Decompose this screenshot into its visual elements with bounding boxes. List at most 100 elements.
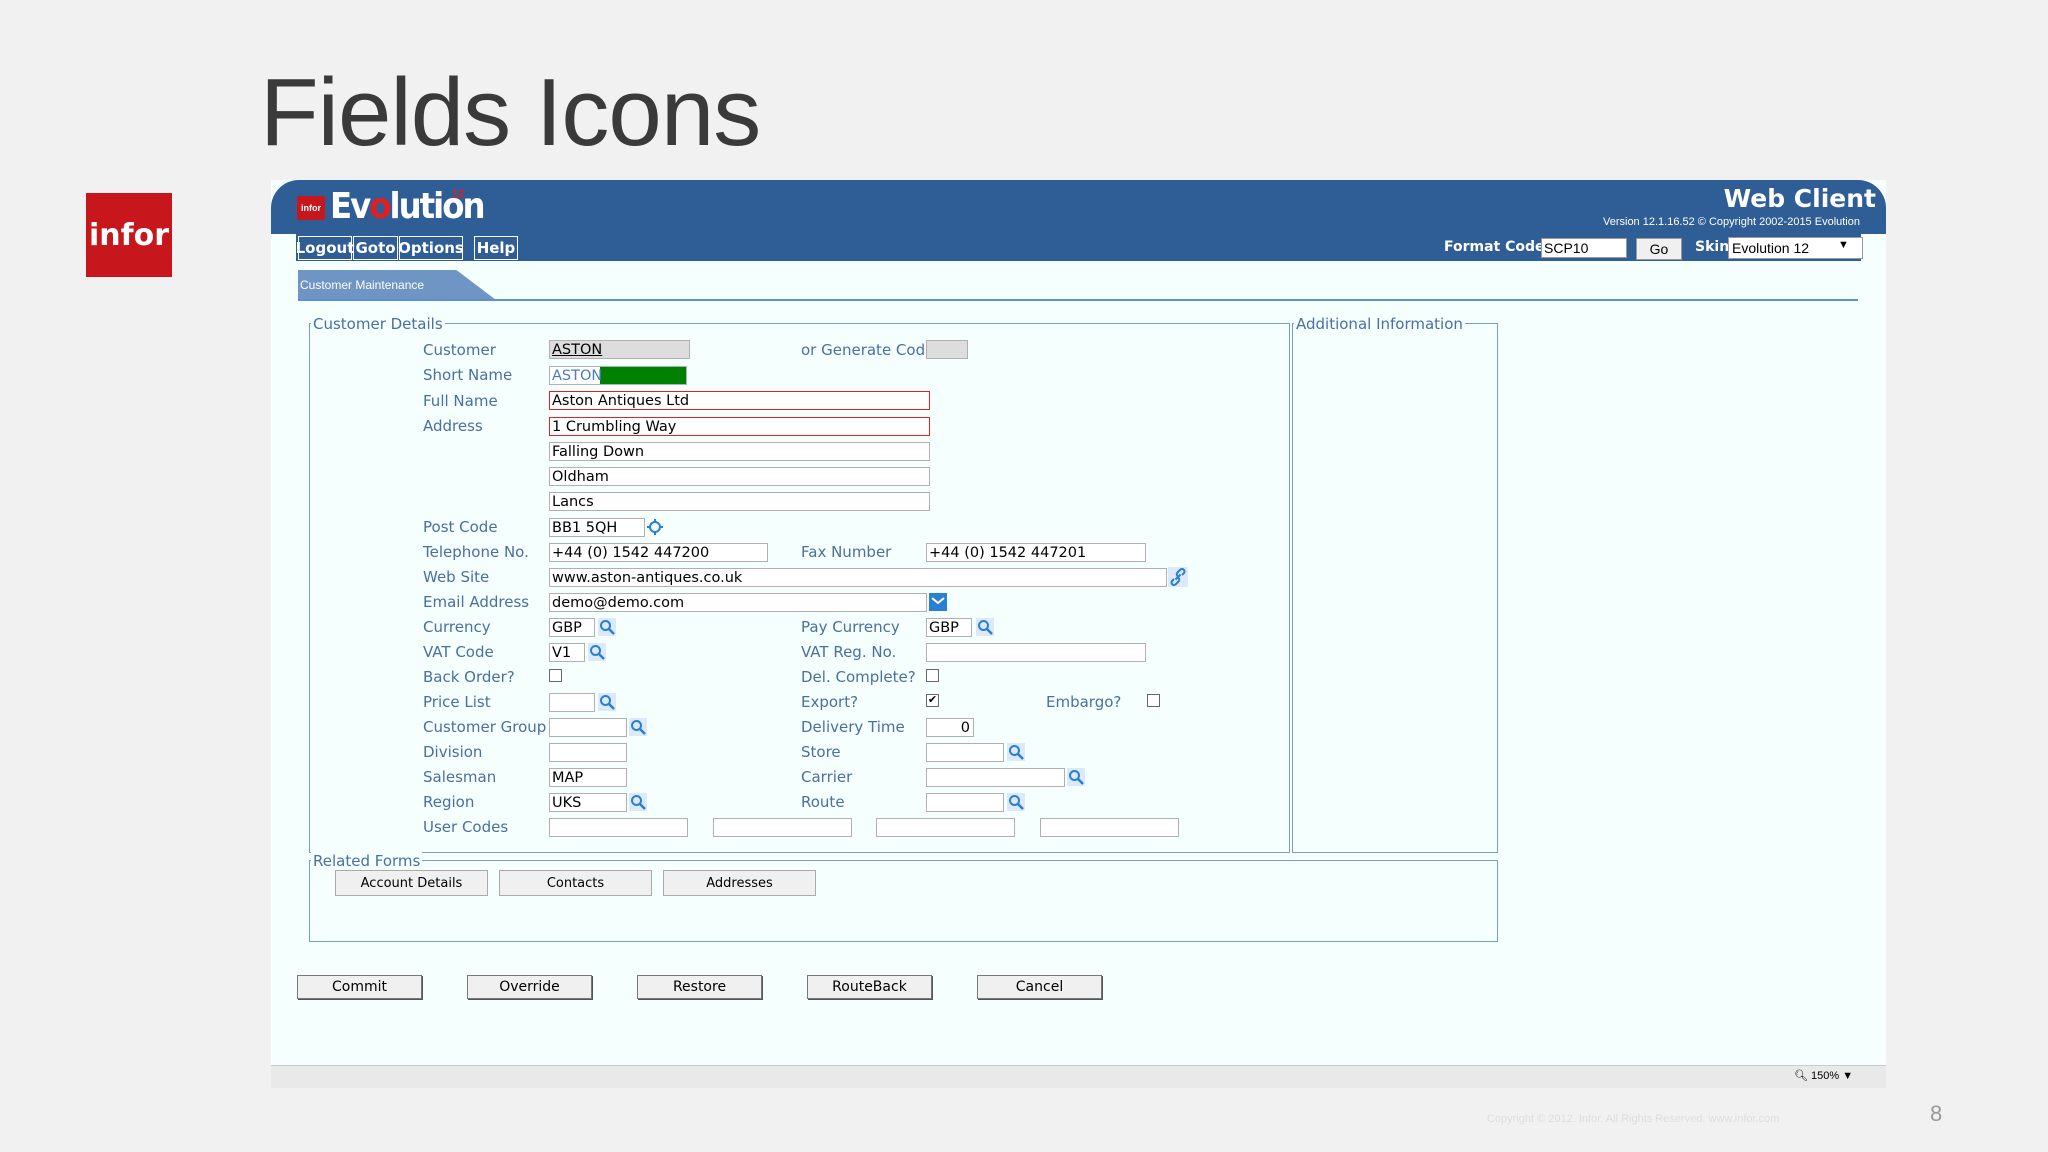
map-locate-icon[interactable] bbox=[645, 517, 665, 537]
override-button[interactable]: Override bbox=[467, 975, 592, 999]
address-line-3[interactable]: Oldham bbox=[549, 467, 930, 486]
format-code-input[interactable]: SCP10 bbox=[1541, 238, 1627, 258]
additional-info-panel bbox=[1292, 323, 1498, 853]
commit-button[interactable]: Commit bbox=[297, 975, 422, 999]
email-label: Email Address bbox=[423, 593, 530, 611]
division-input[interactable] bbox=[549, 743, 627, 762]
telephone-label: Telephone No. bbox=[423, 543, 529, 561]
format-code-label: Format Code: bbox=[1444, 239, 1551, 255]
price-list-input[interactable] bbox=[549, 693, 595, 712]
customer-group-input[interactable] bbox=[549, 718, 627, 737]
search-icon[interactable] bbox=[628, 717, 648, 737]
full-name-label: Full Name bbox=[423, 392, 498, 410]
region-label: Region bbox=[423, 793, 475, 811]
cancel-button[interactable]: Cancel bbox=[977, 975, 1102, 999]
currency-input[interactable]: GBP bbox=[549, 618, 595, 637]
pay-currency-label: Pay Currency bbox=[801, 618, 900, 636]
back-order-label: Back Order? bbox=[423, 668, 515, 686]
embargo-label: Embargo? bbox=[1046, 693, 1122, 711]
customer-label: Customer bbox=[423, 341, 496, 359]
tab-underline bbox=[298, 299, 1858, 301]
search-icon[interactable] bbox=[597, 617, 617, 637]
search-icon[interactable] bbox=[628, 792, 648, 812]
slide-copyright: Copyright © 2012. Infor. All Rights Rese… bbox=[1487, 1113, 1780, 1125]
related-forms-legend: Related Forms bbox=[311, 852, 423, 870]
zoom-control[interactable]: 🔍︎ 150% ▼ bbox=[1794, 1069, 1853, 1082]
search-icon[interactable] bbox=[975, 617, 995, 637]
export-checkbox[interactable]: ✔ bbox=[926, 694, 939, 707]
full-name-input[interactable]: Aston Antiques Ltd bbox=[549, 391, 930, 410]
menu-help[interactable]: Help bbox=[474, 236, 518, 260]
zoom-level: 150% bbox=[1811, 1070, 1840, 1082]
menu-goto[interactable]: Goto bbox=[353, 236, 398, 260]
pay-currency-input[interactable]: GBP bbox=[926, 618, 972, 637]
search-icon[interactable] bbox=[587, 642, 607, 662]
email-icon[interactable] bbox=[928, 592, 948, 612]
user-code-1[interactable] bbox=[549, 818, 688, 837]
address-line-1[interactable]: 1 Crumbling Way bbox=[549, 417, 930, 436]
store-label: Store bbox=[801, 743, 841, 761]
del-complete-checkbox[interactable] bbox=[926, 669, 939, 682]
address-line-4[interactable]: Lancs bbox=[549, 492, 930, 511]
status-bar bbox=[271, 1065, 1886, 1088]
contacts-button[interactable]: Contacts bbox=[499, 870, 652, 896]
salesman-input[interactable]: MAP bbox=[549, 768, 627, 787]
short-name-input[interactable]: ASTON bbox=[549, 366, 687, 385]
vat-reg-label: VAT Reg. No. bbox=[801, 643, 897, 661]
vat-reg-input[interactable] bbox=[926, 643, 1146, 662]
link-icon[interactable] bbox=[1168, 567, 1188, 587]
vat-code-label: VAT Code bbox=[423, 643, 494, 661]
search-icon[interactable] bbox=[597, 692, 617, 712]
go-button[interactable]: Go bbox=[1636, 238, 1682, 260]
user-code-2[interactable] bbox=[713, 818, 852, 837]
carrier-input[interactable] bbox=[926, 768, 1065, 787]
user-codes-label: User Codes bbox=[423, 818, 509, 836]
route-label: Route bbox=[801, 793, 845, 811]
short-name-label: Short Name bbox=[423, 366, 513, 384]
store-input[interactable] bbox=[926, 743, 1004, 762]
route-input[interactable] bbox=[926, 793, 1004, 812]
website-input[interactable]: www.aston-antiques.co.uk bbox=[549, 568, 1167, 587]
generate-code-label: or Generate Code bbox=[801, 341, 935, 359]
region-input[interactable]: UKS bbox=[549, 793, 627, 812]
telephone-input[interactable]: +44 (0) 1542 447200 bbox=[549, 543, 768, 562]
skin-label: Skin bbox=[1695, 239, 1730, 255]
delivery-time-input[interactable]: 0 bbox=[926, 718, 974, 737]
generate-code-input[interactable] bbox=[926, 340, 968, 359]
account-details-button[interactable]: Account Details bbox=[335, 870, 488, 896]
delivery-time-label: Delivery Time bbox=[801, 718, 905, 736]
del-complete-label: Del. Complete? bbox=[801, 668, 916, 686]
address-line-2[interactable]: Falling Down bbox=[549, 442, 930, 461]
carrier-label: Carrier bbox=[801, 768, 853, 786]
routeback-button[interactable]: RouteBack bbox=[807, 975, 932, 999]
logo-part: lution bbox=[389, 186, 486, 227]
division-label: Division bbox=[423, 743, 483, 761]
version-text: Version 12.1.16.52 © Copyright 2002-2015… bbox=[1602, 216, 1860, 228]
search-icon[interactable] bbox=[1006, 742, 1026, 762]
user-code-4[interactable] bbox=[1040, 818, 1179, 837]
restore-button[interactable]: Restore bbox=[637, 975, 762, 999]
menu-options[interactable]: Options bbox=[398, 236, 464, 260]
product-name: Web Client bbox=[1723, 184, 1876, 213]
customer-input[interactable]: ASTON bbox=[549, 340, 690, 359]
menu-logout[interactable]: Logout bbox=[296, 236, 354, 260]
search-icon[interactable] bbox=[1066, 767, 1086, 787]
post-code-input[interactable]: BB1 5QH bbox=[549, 518, 645, 537]
search-icon[interactable] bbox=[1006, 792, 1026, 812]
zoom-icon: 🔍︎ bbox=[1794, 1070, 1812, 1082]
user-code-3[interactable] bbox=[876, 818, 1015, 837]
addresses-button[interactable]: Addresses bbox=[663, 870, 816, 896]
fax-input[interactable]: +44 (0) 1542 447201 bbox=[926, 543, 1146, 562]
currency-label: Currency bbox=[423, 618, 491, 636]
vat-code-input[interactable]: V1 bbox=[549, 643, 585, 662]
email-input[interactable]: demo@demo.com bbox=[549, 593, 927, 612]
back-order-checkbox[interactable] bbox=[549, 669, 562, 682]
additional-info-legend: Additional Information bbox=[1294, 315, 1465, 333]
export-label: Export? bbox=[801, 693, 859, 711]
embargo-checkbox[interactable] bbox=[1147, 694, 1160, 707]
address-label: Address bbox=[423, 417, 483, 435]
chevron-down-icon[interactable]: ▼ bbox=[1838, 239, 1849, 251]
infor-logo: infor bbox=[86, 193, 172, 277]
price-list-label: Price List bbox=[423, 693, 491, 711]
slide-title: Fields Icons bbox=[260, 59, 761, 166]
